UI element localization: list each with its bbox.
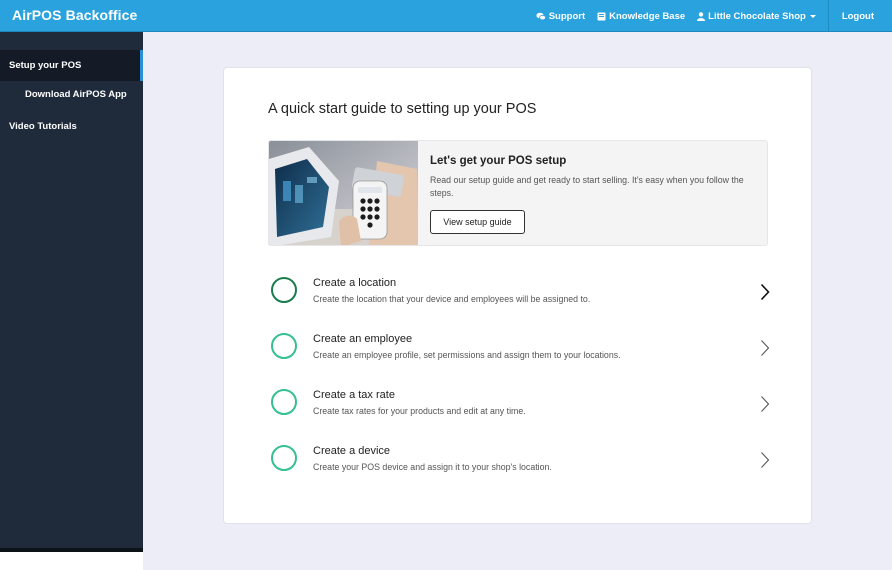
sidebar-item-setup-your-pos[interactable]: Setup your POS xyxy=(0,50,143,81)
quick-start-card: A quick start guide to setting up your P… xyxy=(223,67,812,524)
setup-steps-list: Create a location Create the location th… xyxy=(268,262,780,486)
support-label: Support xyxy=(548,10,586,22)
step-status-circle-icon xyxy=(271,445,297,471)
setup-guide-banner: Let's get your POS setup Read our setup … xyxy=(268,140,768,246)
top-bar: AirPOS Backoffice Support Knowledge Base… xyxy=(0,0,892,32)
step-title: Create an employee xyxy=(313,333,413,345)
logout-button[interactable]: Logout xyxy=(827,0,892,32)
chevron-down-icon xyxy=(809,14,816,18)
knowledge-base-label: Knowledge Base xyxy=(609,10,686,22)
user-icon xyxy=(697,11,706,21)
book-icon xyxy=(597,12,606,20)
top-nav: Support Knowledge Base Little Chocolate … xyxy=(530,0,892,32)
step-description: Create the location that your device and… xyxy=(313,294,591,304)
knowledge-base-link[interactable]: Knowledge Base xyxy=(591,0,691,32)
brand-logo[interactable]: AirPOS Backoffice xyxy=(12,7,137,23)
step-status-circle-icon xyxy=(271,389,297,415)
chevron-right-icon xyxy=(761,340,770,356)
shop-dropdown[interactable]: Little Chocolate Shop xyxy=(691,0,822,32)
step-create-tax-rate[interactable]: Create a tax rate Create tax rates for y… xyxy=(268,374,780,430)
sidebar-item-video-tutorials[interactable]: Video Tutorials xyxy=(0,121,143,132)
step-title: Create a device xyxy=(313,445,391,457)
step-description: Create your POS device and assign it to … xyxy=(313,462,552,472)
support-link[interactable]: Support xyxy=(530,0,591,32)
sidebar: Setup your POS Download AirPOS App Video… xyxy=(0,32,143,552)
page-title: A quick start guide to setting up your P… xyxy=(268,101,537,117)
step-create-device[interactable]: Create a device Create your POS device a… xyxy=(268,430,780,486)
banner-description: Read our setup guide and get ready to st… xyxy=(430,175,744,198)
chevron-right-icon xyxy=(760,283,770,301)
view-setup-guide-button[interactable]: View setup guide xyxy=(430,210,525,234)
step-status-circle-icon xyxy=(271,277,297,303)
chevron-right-icon xyxy=(761,452,770,468)
step-description: Create an employee profile, set permissi… xyxy=(313,350,621,360)
pos-terminal-photo xyxy=(269,141,418,245)
step-create-location[interactable]: Create a location Create the location th… xyxy=(268,262,780,318)
shop-name: Little Chocolate Shop xyxy=(708,10,806,22)
sidebar-footer xyxy=(0,548,143,570)
step-create-employee[interactable]: Create an employee Create an employee pr… xyxy=(268,318,780,374)
banner-title: Let's get your POS setup xyxy=(430,155,567,167)
step-status-circle-icon xyxy=(271,333,297,359)
sidebar-item-download-app[interactable]: Download AirPOS App xyxy=(0,89,143,100)
step-title: Create a location xyxy=(313,277,397,289)
chevron-right-icon xyxy=(761,396,770,412)
step-description: Create tax rates for your products and e… xyxy=(313,406,526,416)
step-title: Create a tax rate xyxy=(313,389,395,401)
chat-icon xyxy=(536,12,546,20)
